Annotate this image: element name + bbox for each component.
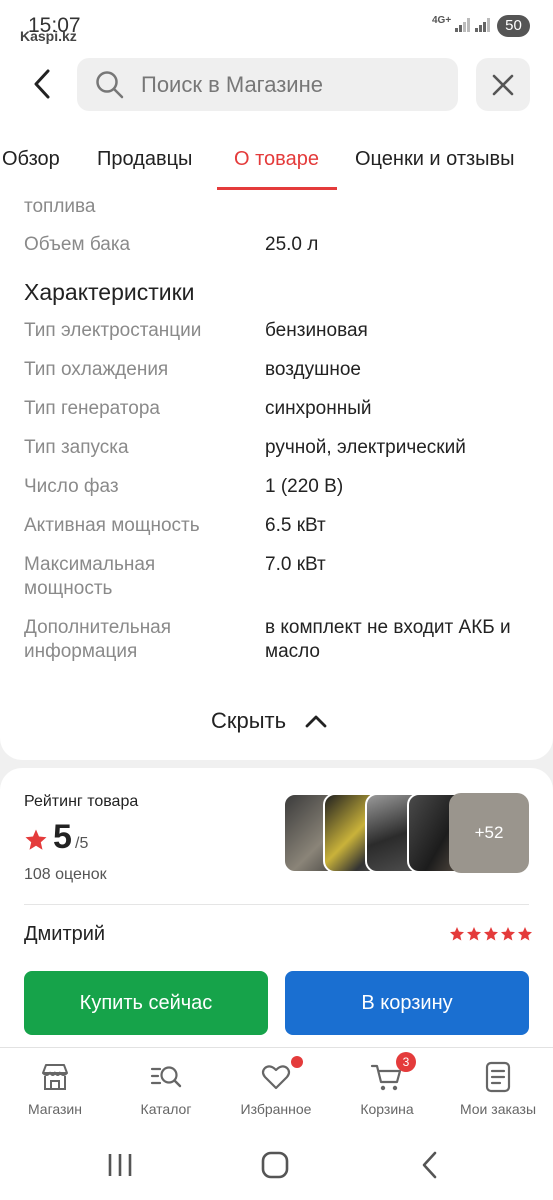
network-indicator: 4G+ bbox=[432, 15, 452, 26]
spec-label-partial: топлива bbox=[24, 196, 96, 217]
more-photos-button[interactable]: +52 bbox=[449, 793, 529, 873]
buy-now-button[interactable]: Купить сейчас bbox=[24, 971, 268, 1035]
search-icon bbox=[96, 71, 124, 99]
spec-label: Тип электростанции bbox=[24, 320, 202, 341]
back-button[interactable] bbox=[22, 64, 62, 104]
review-stars bbox=[449, 926, 533, 942]
rating-value: 5 bbox=[53, 818, 72, 856]
spec-value: 25.0 л bbox=[265, 234, 319, 255]
tab-about-product[interactable]: О товаре bbox=[234, 148, 319, 171]
nav-label: Магазин bbox=[27, 1101, 82, 1117]
nav-label: Каталог bbox=[140, 1101, 192, 1117]
review-photos: +52 bbox=[283, 793, 529, 873]
spec-value: 1 (220 В) bbox=[265, 476, 344, 497]
hide-label: Скрыть bbox=[211, 708, 287, 733]
nav-label: Избранное bbox=[240, 1101, 312, 1117]
nav-item-catalog[interactable]: Каталог bbox=[131, 1048, 201, 1136]
catalog-search-icon bbox=[150, 1066, 182, 1088]
rating-max: /5 bbox=[75, 835, 89, 852]
review-author: Дмитрий bbox=[24, 923, 106, 945]
system-back-button[interactable] bbox=[410, 1149, 450, 1181]
back-icon bbox=[422, 1151, 437, 1179]
home-button[interactable] bbox=[255, 1149, 295, 1181]
spec-label: Тип охлаждения bbox=[24, 359, 169, 380]
spec-value: воздушное bbox=[265, 359, 361, 380]
orders-icon bbox=[485, 1061, 511, 1093]
tab-overview[interactable]: Обзор bbox=[2, 148, 60, 171]
section-title-characteristics: Характеристики bbox=[24, 279, 195, 305]
star-icon bbox=[484, 927, 498, 941]
spec-value: ручной, электрический bbox=[265, 437, 466, 458]
status-bar: 15:07 Kaspi.kz 4G+ 50 bbox=[0, 0, 553, 50]
back-arrow-icon bbox=[34, 69, 50, 99]
nav-item-store[interactable]: Магазин bbox=[20, 1048, 90, 1136]
spec-label: Объем бака bbox=[24, 234, 131, 255]
nav-label: Мои заказы bbox=[459, 1101, 537, 1117]
close-icon bbox=[492, 74, 514, 95]
product-tabs: Обзор Продавцы О товаре Оценки и отзывы bbox=[0, 128, 553, 190]
star-icon bbox=[25, 829, 47, 850]
spec-value: 6.5 кВт bbox=[265, 515, 326, 536]
spec-label: Максимальная мощность bbox=[24, 554, 156, 599]
spec-value: 7.0 кВт bbox=[265, 554, 326, 575]
nav-item-cart[interactable]: 3 Корзина bbox=[354, 1048, 420, 1136]
signal-icon bbox=[455, 18, 470, 32]
tab-reviews[interactable]: Оценки и отзывы bbox=[355, 148, 515, 171]
search-header bbox=[0, 50, 553, 128]
home-icon bbox=[261, 1151, 289, 1179]
divider bbox=[24, 904, 529, 905]
spec-value: синхронный bbox=[265, 398, 372, 419]
chevron-up-icon bbox=[305, 715, 327, 728]
star-icon bbox=[467, 927, 481, 941]
battery-indicator: 50 bbox=[497, 15, 530, 37]
star-icon bbox=[450, 927, 464, 941]
recent-apps-icon bbox=[108, 1154, 132, 1176]
status-app-name: Kaspi.kz bbox=[20, 28, 77, 44]
search-input[interactable] bbox=[141, 72, 441, 98]
spec-label: Активная мощность bbox=[24, 515, 200, 536]
recent-apps-button[interactable] bbox=[100, 1149, 140, 1181]
spec-label: Тип запуска bbox=[24, 437, 129, 458]
nav-label: Корзина bbox=[360, 1101, 414, 1117]
heart-icon-wrap bbox=[259, 1056, 303, 1094]
tab-sellers[interactable]: Продавцы bbox=[97, 148, 192, 171]
spec-label: Число фаз bbox=[24, 476, 119, 497]
heart-icon bbox=[261, 1065, 291, 1090]
specs-card: топлива Объем бака 25.0 л Характеристики… bbox=[0, 190, 553, 760]
hide-specs-button[interactable]: Скрыть bbox=[211, 708, 328, 734]
rating-count[interactable]: 108 оценок bbox=[24, 866, 107, 884]
cart-badge: 3 bbox=[396, 1052, 416, 1072]
spec-label: Дополнительная информация bbox=[24, 617, 172, 662]
nav-item-orders[interactable]: Мои заказы bbox=[452, 1048, 544, 1136]
bottom-nav: Магазин Каталог Избранное 3 Корзина Мои … bbox=[0, 1047, 553, 1135]
system-nav-bar bbox=[0, 1135, 553, 1200]
add-to-cart-button[interactable]: В корзину bbox=[285, 971, 529, 1035]
spec-value: бензиновая bbox=[265, 320, 368, 341]
favorites-badge bbox=[291, 1056, 303, 1068]
signal-icon-2 bbox=[475, 18, 490, 32]
spec-label: Тип генератора bbox=[24, 398, 160, 419]
close-search-button[interactable] bbox=[476, 58, 530, 111]
star-icon bbox=[518, 927, 532, 941]
search-bar[interactable] bbox=[77, 58, 458, 111]
star-icon bbox=[501, 927, 515, 941]
nav-item-favorites[interactable]: Избранное bbox=[236, 1048, 316, 1136]
spec-value: в комплект не входит АКБ и масло bbox=[265, 617, 511, 662]
cart-icon-wrap: 3 bbox=[370, 1052, 416, 1094]
store-icon bbox=[42, 1064, 68, 1090]
rating-title: Рейтинг товара bbox=[24, 793, 139, 810]
